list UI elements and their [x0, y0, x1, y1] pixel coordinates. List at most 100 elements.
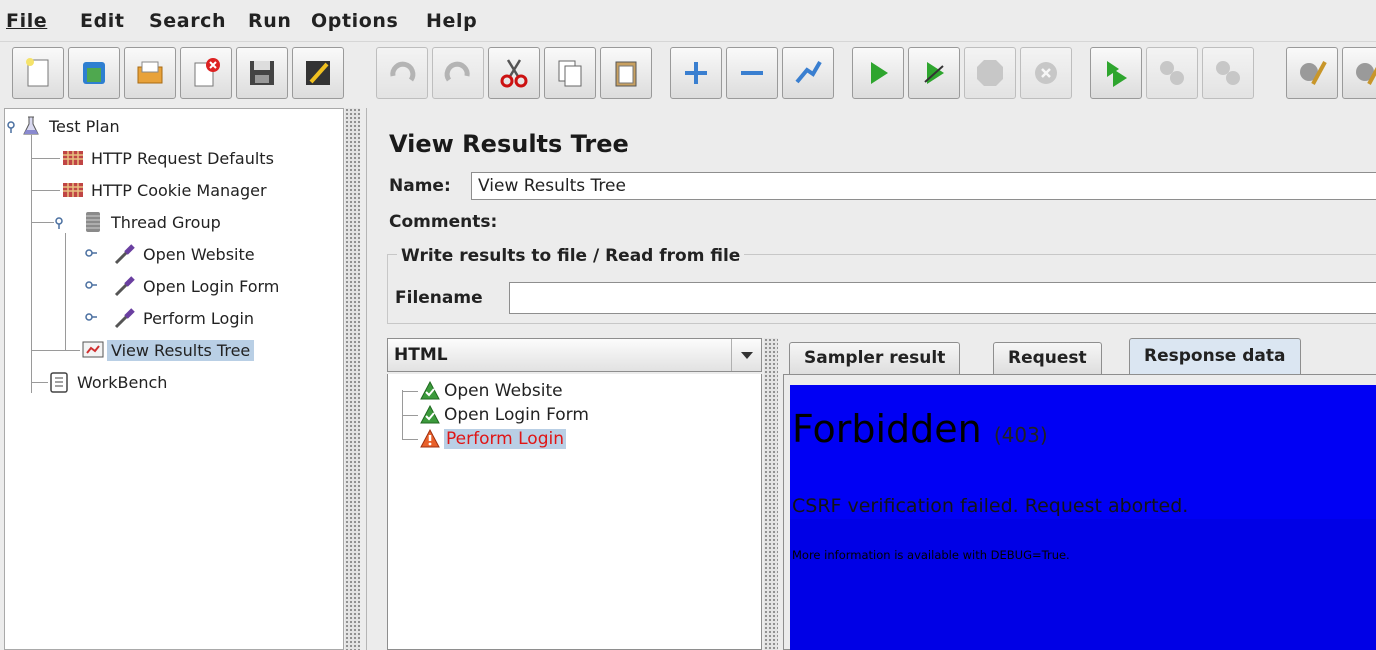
menu-edit[interactable]: Edit [80, 10, 125, 32]
spool-icon [86, 212, 100, 232]
templates-button[interactable] [68, 47, 120, 99]
tree-connector [402, 439, 418, 440]
result-label: Perform Login [444, 429, 566, 449]
response-data-pane: Forbidden (403) CSRF verification failed… [783, 374, 1376, 650]
expand-handle-icon[interactable] [7, 121, 19, 133]
renderer-dropdown-button[interactable] [731, 339, 761, 371]
tree-item-thread-group[interactable]: Thread Group [81, 207, 221, 237]
tree-item-test-plan[interactable]: Test Plan [19, 111, 120, 141]
paste-button[interactable] [600, 47, 652, 99]
expand-all-button[interactable] [670, 47, 722, 99]
name-field[interactable]: View Results Tree [471, 172, 1376, 200]
copy-icon [558, 60, 582, 87]
menu-search[interactable]: Search [149, 10, 226, 32]
tab-request[interactable]: Request [993, 342, 1102, 374]
comments-field[interactable] [519, 208, 1376, 236]
tab-response-data[interactable]: Response data [1129, 338, 1301, 374]
response-footer-band [790, 519, 1376, 650]
response-heading: Forbidden (403) [792, 407, 1048, 451]
renderer-select[interactable]: HTML [387, 338, 762, 372]
result-item-open-website[interactable]: Open Website [420, 379, 563, 403]
config-icon [63, 151, 83, 165]
menu-help[interactable]: Help [426, 10, 477, 32]
clear-all-button[interactable] [1342, 47, 1376, 99]
tree-item-http-cookie-manager[interactable]: HTTP Cookie Manager [61, 175, 267, 205]
shutdown-button[interactable] [1020, 47, 1072, 99]
expand-handle-icon[interactable] [85, 247, 97, 259]
monitor-icon [82, 341, 104, 358]
open-button[interactable] [124, 47, 176, 99]
templates-icon [83, 62, 105, 84]
results-splitter[interactable] [764, 338, 778, 650]
new-button[interactable] [12, 47, 64, 99]
clipboard-icon [50, 372, 68, 393]
comments-label: Comments: [389, 212, 498, 232]
remote-shutdown-button[interactable] [1202, 47, 1254, 99]
collapse-all-button[interactable] [726, 47, 778, 99]
tree-label: WorkBench [77, 372, 168, 392]
toggle-icon [795, 60, 822, 84]
menu-bar: File Edit Search Run Options Help [0, 0, 1376, 42]
tree-item-open-login-form[interactable]: Open Login Form [113, 271, 279, 301]
remote-stop-button[interactable] [1146, 47, 1198, 99]
tree-item-open-website[interactable]: Open Website [113, 239, 255, 269]
config-icon [63, 183, 83, 197]
tree-label: View Results Tree [107, 339, 255, 361]
stop-button[interactable] [964, 47, 1016, 99]
renderer-value: HTML [394, 345, 448, 365]
undo-button[interactable] [376, 47, 428, 99]
test-plan-tree[interactable]: Test Plan HTTP Request Defaults HTTP Coo… [4, 108, 344, 650]
filename-field[interactable] [509, 282, 1376, 314]
result-item-open-login-form[interactable]: Open Login Form [420, 403, 589, 427]
start-no-pauses-button[interactable] [908, 47, 960, 99]
menu-run[interactable]: Run [248, 10, 291, 32]
result-item-perform-login[interactable]: Perform Login [420, 427, 566, 451]
pipette-icon [114, 276, 135, 297]
remote-start-button[interactable] [1090, 47, 1142, 99]
save-button[interactable] [236, 47, 288, 99]
tree-connector [32, 190, 60, 191]
tree-item-workbench[interactable]: WorkBench [47, 367, 167, 397]
tree-label: Thread Group [111, 212, 221, 232]
tree-connector [65, 233, 66, 351]
tree-item-http-request-defaults[interactable]: HTTP Request Defaults [61, 143, 274, 173]
tree-connector [32, 222, 54, 223]
write-results-group-title: Write results to file / Read from file [397, 246, 745, 266]
html-response-view[interactable]: Forbidden (403) CSRF verification failed… [790, 385, 1376, 650]
result-label: Open Login Form [444, 405, 589, 425]
tree-connector [32, 382, 48, 383]
cut-button[interactable] [488, 47, 540, 99]
success-icon [420, 405, 440, 424]
tab-sampler-result[interactable]: Sampler result [789, 342, 961, 374]
expand-handle-icon[interactable] [55, 217, 67, 229]
sample-results-tree[interactable]: Open Website Open Login Form Perform Log… [387, 374, 762, 650]
tree-label: Perform Login [143, 308, 255, 328]
save-icon [250, 61, 274, 85]
close-button[interactable] [180, 47, 232, 99]
expand-handle-icon[interactable] [85, 311, 97, 323]
tree-item-view-results-tree[interactable]: View Results Tree [81, 335, 255, 365]
expand-handle-icon[interactable] [85, 279, 97, 291]
tree-connector [402, 415, 418, 416]
collapse-icon [741, 71, 763, 75]
save-as-button[interactable] [292, 47, 344, 99]
pipette-icon [114, 244, 135, 265]
tree-item-perform-login[interactable]: Perform Login [113, 303, 254, 333]
toggle-button[interactable] [782, 47, 834, 99]
menu-options[interactable]: Options [311, 10, 398, 32]
start-no-pauses-icon [924, 62, 944, 84]
name-label: Name: [389, 176, 451, 196]
menu-file[interactable]: File [6, 10, 47, 32]
tree-label: Test Plan [49, 116, 120, 136]
remote-start-icon [1107, 61, 1127, 87]
chevron-down-icon [740, 352, 753, 359]
clear-button[interactable] [1286, 47, 1338, 99]
panel-title: View Results Tree [389, 130, 629, 158]
copy-button[interactable] [544, 47, 596, 99]
redo-icon [444, 61, 470, 82]
redo-button[interactable] [432, 47, 484, 99]
start-button[interactable] [852, 47, 904, 99]
vertical-splitter[interactable] [345, 108, 360, 650]
tree-label: HTTP Cookie Manager [91, 180, 267, 200]
new-icon [26, 58, 49, 87]
